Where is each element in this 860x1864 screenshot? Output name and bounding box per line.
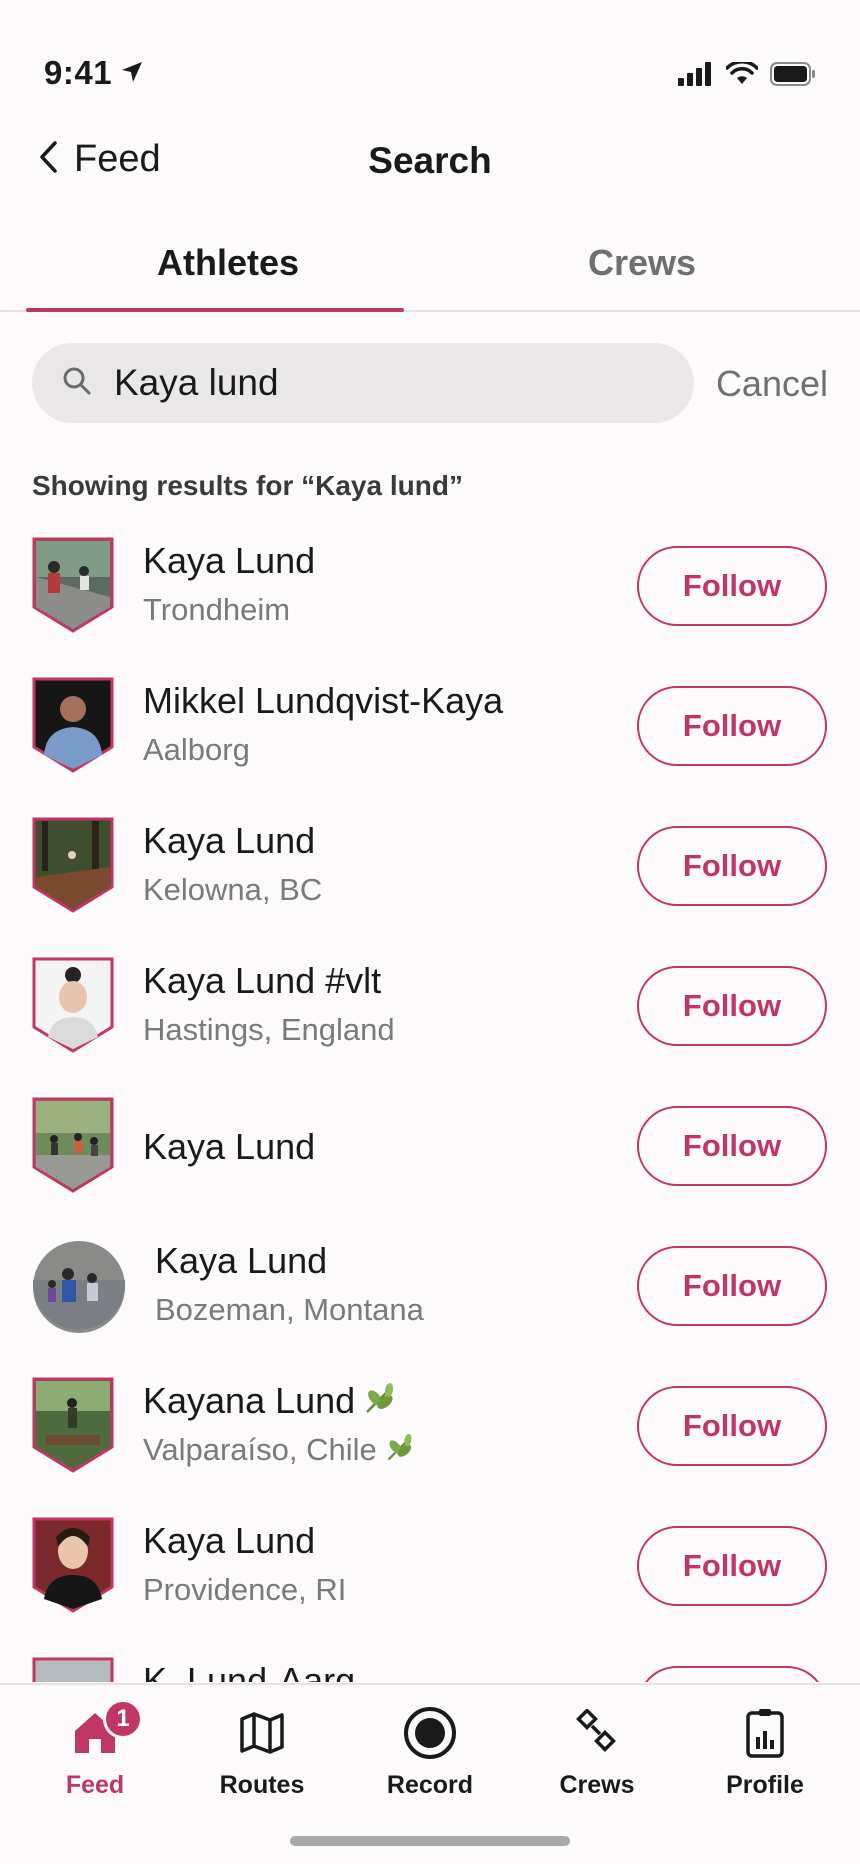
- avatar: [32, 1377, 114, 1473]
- athlete-name: Kaya Lund #vlt: [143, 960, 382, 1001]
- athlete-name: Mikkel Lundqvist-Kaya: [143, 680, 504, 721]
- follow-button[interactable]: Follow: [637, 546, 827, 626]
- follow-button[interactable]: Follow: [637, 1386, 827, 1466]
- follow-button[interactable]: Follow: [637, 1666, 827, 1682]
- tab-label: Record: [386, 1771, 474, 1799]
- tab-athletes[interactable]: Athletes: [26, 220, 430, 312]
- athlete-name: Kaya Lund: [143, 1520, 316, 1561]
- leaf-icon: [363, 1382, 397, 1425]
- list-item[interactable]: Mikkel Lundqvist-Kaya Aalborg Follow: [0, 660, 860, 800]
- search-row: Cancel: [32, 343, 832, 423]
- athlete-location: Kelowna, BC: [143, 872, 323, 907]
- segment-tabs: Athletes Crews: [0, 220, 860, 312]
- athlete-location: Valparaíso, Chile: [143, 1432, 415, 1471]
- tab-routes[interactable]: Routes: [182, 1705, 342, 1800]
- follow-button[interactable]: Follow: [637, 966, 827, 1046]
- active-tab-indicator: [26, 308, 404, 312]
- search-icon: [62, 366, 92, 401]
- avatar: [32, 537, 114, 633]
- list-item[interactable]: Kaya Lund Kelowna, BC Follow: [0, 800, 860, 940]
- athlete-location: Bozeman, Montana: [155, 1292, 424, 1327]
- athlete-name: Kaya Lund: [143, 1126, 316, 1167]
- map-icon: [182, 1705, 342, 1761]
- tab-crews-nav[interactable]: Crews: [517, 1705, 677, 1800]
- home-icon: 1: [15, 1699, 175, 1761]
- avatar: [32, 1517, 114, 1613]
- results-label: Showing results for “Kaya lund”: [32, 470, 463, 501]
- athlete-name-text: Kayana Lund: [143, 1380, 356, 1421]
- list-item[interactable]: Kaya Lund Follow: [0, 1080, 860, 1220]
- follow-button[interactable]: Follow: [637, 1246, 827, 1326]
- tab-feed[interactable]: 1 Feed: [15, 1699, 175, 1800]
- notification-badge: 1: [103, 1699, 143, 1739]
- follow-button[interactable]: Follow: [637, 686, 827, 766]
- athlete-location: Providence, RI: [143, 1572, 347, 1607]
- athlete-location: Hastings, England: [143, 1012, 395, 1047]
- page-title: Search: [368, 140, 492, 181]
- search-input[interactable]: [114, 362, 634, 404]
- avatar: [32, 677, 114, 773]
- cellular-signal-icon: [678, 62, 714, 91]
- cancel-button[interactable]: Cancel: [716, 363, 828, 405]
- athlete-location: Trondheim: [143, 592, 291, 627]
- tab-profile[interactable]: Profile: [685, 1705, 845, 1800]
- search-field[interactable]: [32, 343, 694, 423]
- follow-button[interactable]: Follow: [637, 1526, 827, 1606]
- list-item[interactable]: Kaya Lund Trondheim Follow: [0, 520, 860, 660]
- location-arrow-icon: [120, 60, 144, 89]
- wifi-icon: [725, 60, 759, 91]
- home-indicator: [290, 1836, 570, 1846]
- follow-button[interactable]: Follow: [637, 1106, 827, 1186]
- tab-label: Feed: [65, 1771, 125, 1799]
- list-item[interactable]: K. Lund-Aarg Follow: [0, 1640, 860, 1682]
- athlete-name: Kaya Lund: [155, 1240, 328, 1281]
- results-list: Kaya Lund Trondheim Follow Mikkel Lundqv…: [0, 520, 860, 1682]
- list-item[interactable]: Kayana Lund Valparaíso, Chile Follow: [0, 1360, 860, 1500]
- tab-label: Routes: [219, 1771, 305, 1799]
- leaf-icon: [385, 1433, 415, 1471]
- tab-label: Profile: [726, 1771, 804, 1799]
- athlete-name: Kaya Lund: [143, 540, 316, 581]
- navigation-bar: Feed Search: [0, 120, 860, 204]
- avatar: [32, 817, 114, 913]
- profile-icon: [685, 1705, 845, 1761]
- avatar: [32, 1657, 114, 1682]
- tab-record[interactable]: Record: [350, 1705, 510, 1800]
- athlete-name: Kayana Lund: [143, 1380, 397, 1425]
- status-icons: [678, 60, 816, 91]
- status-bar: 9:41: [0, 0, 860, 120]
- list-item[interactable]: Kaya Lund Providence, RI Follow: [0, 1500, 860, 1640]
- athlete-name: Kaya Lund: [143, 820, 316, 861]
- list-item[interactable]: Kaya Lund #vlt Hastings, England Follow: [0, 940, 860, 1080]
- status-time: 9:41: [44, 54, 113, 91]
- follow-button[interactable]: Follow: [637, 826, 827, 906]
- list-item[interactable]: Kaya Lund Bozeman, Montana Follow: [0, 1220, 860, 1360]
- athlete-location: Aalborg: [143, 732, 250, 767]
- avatar: [32, 957, 114, 1053]
- tab-crews[interactable]: Crews: [440, 220, 844, 312]
- athlete-location-text: Valparaíso, Chile: [143, 1432, 377, 1467]
- crews-icon: [517, 1705, 677, 1761]
- athlete-name: K. Lund-Aarg: [143, 1660, 356, 1682]
- record-icon: [350, 1705, 510, 1761]
- tab-label: Crews: [559, 1771, 635, 1799]
- avatar: [33, 1241, 126, 1333]
- avatar: [32, 1097, 114, 1193]
- battery-icon: [770, 62, 816, 91]
